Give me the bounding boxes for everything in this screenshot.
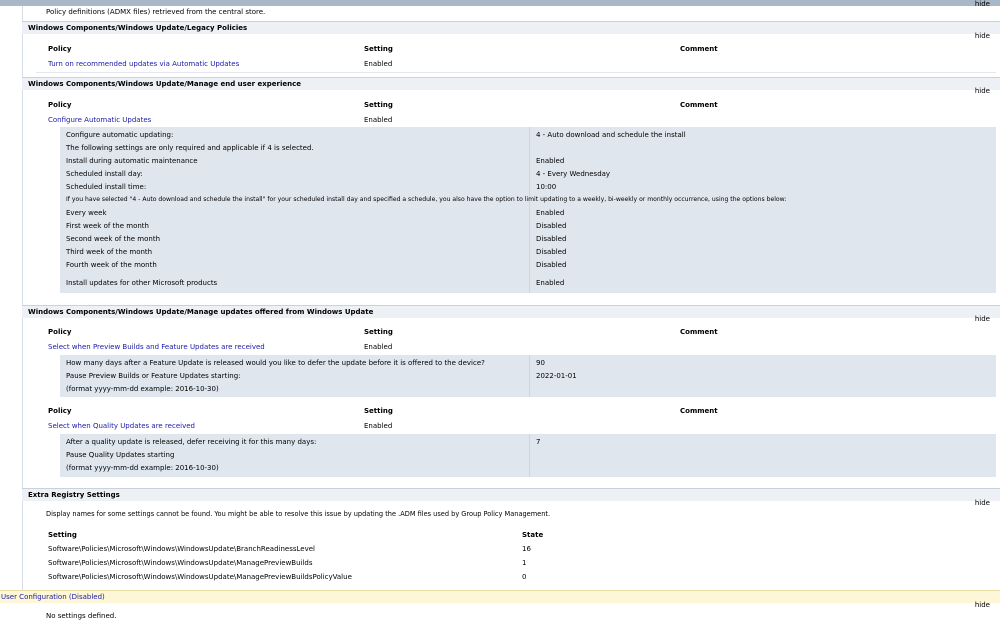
col-comment: Comment xyxy=(680,101,718,109)
col-policy: Policy xyxy=(48,101,72,109)
policy-link[interactable]: Select when Quality Updates are received xyxy=(48,421,195,431)
detail-label: Pause Quality Updates starting xyxy=(66,451,175,459)
top-band xyxy=(0,0,1000,6)
detail-label: Configure automatic updating: xyxy=(66,131,174,139)
registry-state: 16 xyxy=(522,545,531,553)
policy-link[interactable]: Configure Automatic Updates xyxy=(48,115,151,125)
detail-label: Install during automatic maintenance xyxy=(66,157,198,165)
policy-link[interactable]: Select when Preview Builds and Feature U… xyxy=(48,342,265,352)
detail-label: The following settings are only required… xyxy=(66,144,314,152)
detail-divider xyxy=(529,127,530,293)
left-rail xyxy=(22,6,23,590)
col-comment: Comment xyxy=(680,45,718,53)
user-config-title: User Configuration (Disabled) xyxy=(1,593,105,601)
detail-label: Pause Preview Builds or Feature Updates … xyxy=(66,372,241,380)
detail-value: Enabled xyxy=(536,209,565,217)
policy-setting: Enabled xyxy=(364,116,393,124)
detail-label: If you have selected "4 - Auto download … xyxy=(66,196,787,203)
detail-value: 7 xyxy=(536,438,541,446)
detail-value: Disabled xyxy=(536,248,567,256)
col-policy: Policy xyxy=(48,45,72,53)
user-configuration-header[interactable]: User Configuration (Disabled) xyxy=(0,590,1000,603)
policy-setting: Enabled xyxy=(364,60,393,68)
col-state: State xyxy=(522,531,544,539)
detail-value: Disabled xyxy=(536,235,567,243)
detail-label: (format yyyy-mm-dd example: 2016-10-30) xyxy=(66,464,219,472)
col-comment: Comment xyxy=(680,407,718,415)
section-end-user-experience[interactable]: Windows Components/Windows Update/Manage… xyxy=(22,77,1000,90)
hide-link[interactable]: hide xyxy=(975,0,990,8)
section-title: Extra Registry Settings xyxy=(28,491,120,499)
detail-label: Third week of the month xyxy=(66,248,153,256)
admx-note: Policy definitions (ADMX files) retrieve… xyxy=(46,8,266,16)
detail-value: 2022-01-01 xyxy=(536,372,577,380)
registry-key: Software\Policies\Microsoft\Windows\Wind… xyxy=(48,573,352,581)
policy-link[interactable]: Turn on recommended updates via Automati… xyxy=(48,59,239,69)
detail-divider xyxy=(529,434,530,477)
detail-label: How many days after a Feature Update is … xyxy=(66,359,485,367)
col-setting: Setting xyxy=(364,407,393,415)
col-policy: Policy xyxy=(48,407,72,415)
hide-link[interactable]: hide xyxy=(975,87,990,95)
detail-label: Scheduled install time: xyxy=(66,183,147,191)
hide-link[interactable]: hide xyxy=(975,32,990,40)
no-settings-text: No settings defined. xyxy=(46,612,117,620)
col-setting: Setting xyxy=(364,328,393,336)
detail-label: Scheduled install day: xyxy=(66,170,143,178)
detail-divider xyxy=(529,355,530,397)
hide-link[interactable]: hide xyxy=(975,315,990,323)
section-title: Windows Components/Windows Update/Legacy… xyxy=(28,24,248,32)
gpo-report: hide Policy definitions (ADMX files) ret… xyxy=(0,0,1000,624)
detail-value: Disabled xyxy=(536,261,567,269)
detail-label: First week of the month xyxy=(66,222,149,230)
hide-link[interactable]: hide xyxy=(975,499,990,507)
section-updates-offered[interactable]: Windows Components/Windows Update/Manage… xyxy=(22,305,1000,318)
section-title: Windows Components/Windows Update/Manage… xyxy=(28,80,301,88)
extra-note: Display names for some settings cannot b… xyxy=(46,510,551,518)
hide-link[interactable]: hide xyxy=(975,601,990,609)
col-comment: Comment xyxy=(680,328,718,336)
col-setting: Setting xyxy=(48,531,77,539)
detail-value: Enabled xyxy=(536,157,565,165)
detail-value: 90 xyxy=(536,359,545,367)
detail-label: Install updates for other Microsoft prod… xyxy=(66,279,218,287)
registry-state: 0 xyxy=(522,573,527,581)
detail-value: 10:00 xyxy=(536,183,557,191)
col-setting: Setting xyxy=(364,45,393,53)
policy-setting: Enabled xyxy=(364,422,393,430)
detail-label: After a quality update is released, defe… xyxy=(66,438,317,446)
detail-value: Disabled xyxy=(536,222,567,230)
registry-key: Software\Policies\Microsoft\Windows\Wind… xyxy=(48,545,315,553)
detail-label: Second week of the month xyxy=(66,235,161,243)
detail-value: Enabled xyxy=(536,279,565,287)
section-extra-registry[interactable]: Extra Registry Settings xyxy=(22,488,1000,501)
section-title: Windows Components/Windows Update/Manage… xyxy=(28,308,374,316)
registry-key: Software\Policies\Microsoft\Windows\Wind… xyxy=(48,559,313,567)
detail-value: 4 - Auto download and schedule the insta… xyxy=(536,131,686,139)
registry-state: 1 xyxy=(522,559,527,567)
col-setting: Setting xyxy=(364,101,393,109)
detail-label: (format yyyy-mm-dd example: 2016-10-30) xyxy=(66,385,219,393)
detail-label: Fourth week of the month xyxy=(66,261,157,269)
detail-value: 4 - Every Wednesday xyxy=(536,170,611,178)
col-policy: Policy xyxy=(48,328,72,336)
policy-setting: Enabled xyxy=(364,343,393,351)
detail-label: Every week xyxy=(66,209,107,217)
section-legacy-policies[interactable]: Windows Components/Windows Update/Legacy… xyxy=(22,21,1000,34)
